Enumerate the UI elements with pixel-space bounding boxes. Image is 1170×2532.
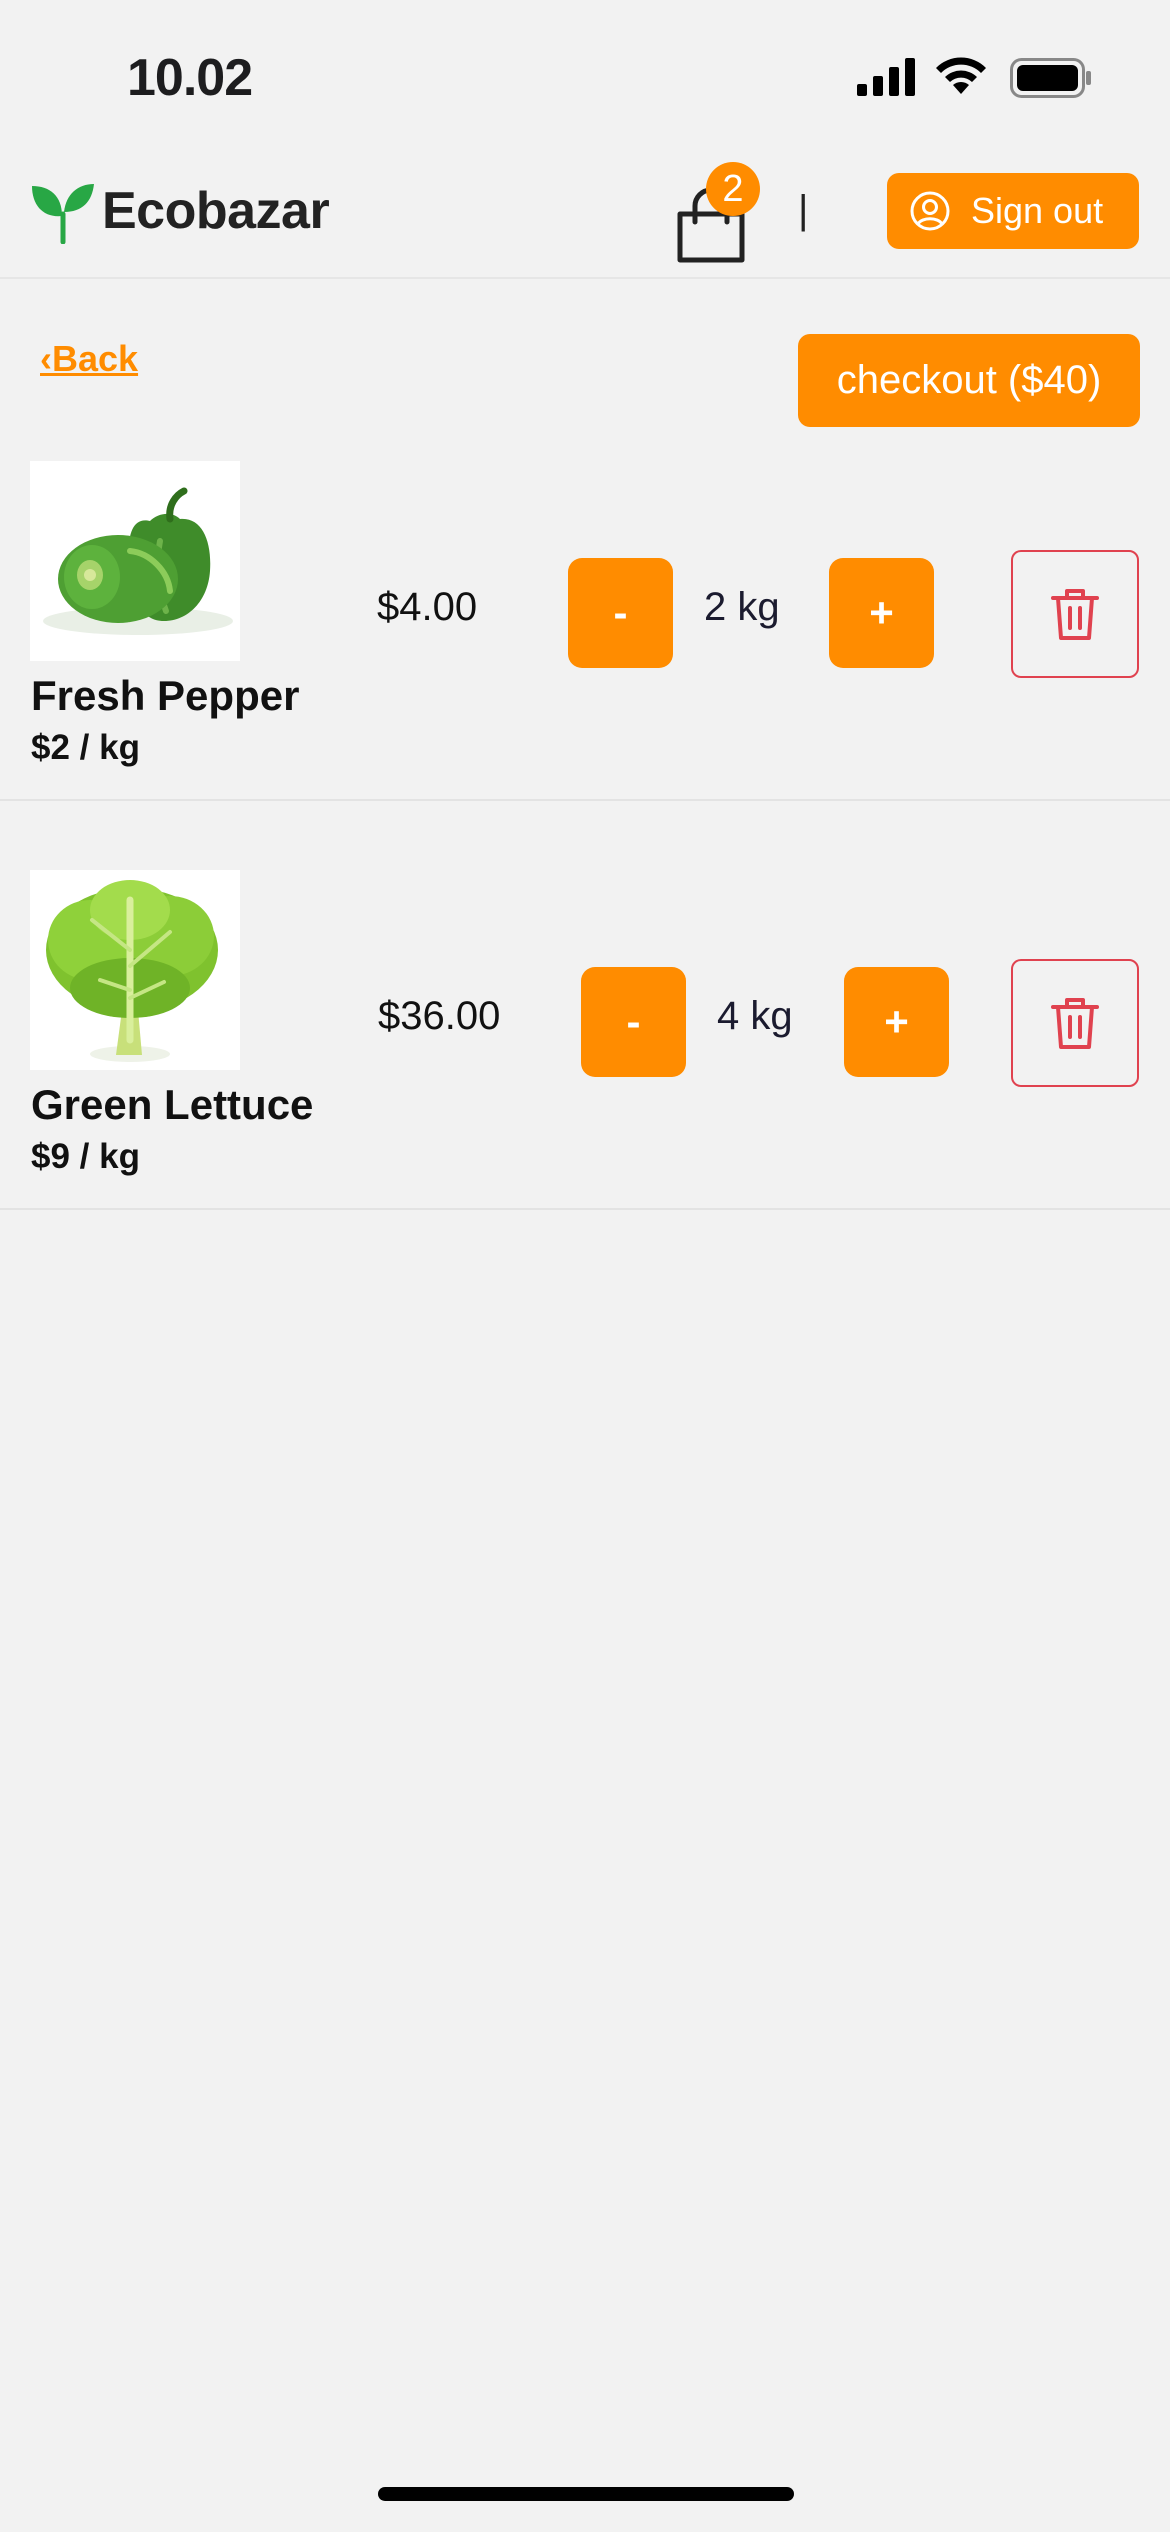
sign-out-button[interactable]: Sign out [887,173,1139,249]
product-image-pepper [30,461,240,661]
remove-item-button[interactable] [1011,959,1139,1087]
status-bar: 10.02 [0,0,1170,150]
user-circle-icon [910,191,950,231]
home-indicator[interactable] [378,2487,794,2501]
quantity-value: 4 kg [717,994,793,1038]
product-unit-price: $2 / kg [31,728,140,767]
trash-icon [1051,589,1099,640]
quantity-value: 2 kg [704,585,780,629]
back-link[interactable]: ‹Back [40,338,138,380]
leaf-icon [32,184,94,244]
cart-item-row: Fresh Pepper $2 / kg $4.00 - 2 kg + [0,392,1170,801]
header-separator: | [798,188,809,232]
increase-quantity-button[interactable]: + [829,558,934,668]
cellular-signal-icon [857,58,915,96]
product-name: Fresh Pepper [31,672,300,719]
brand-logo[interactable]: Ecobazar [30,178,330,244]
wifi-icon [936,57,986,94]
product-name: Green Lettuce [31,1081,314,1128]
trash-icon [1051,998,1099,1049]
line-total: $36.00 [378,994,501,1038]
battery-icon [1010,58,1091,98]
decrease-quantity-button[interactable]: - [581,967,686,1077]
line-total: $4.00 [377,585,478,629]
increase-quantity-button[interactable]: + [844,967,949,1077]
decrease-quantity-button[interactable]: - [568,558,673,668]
sign-out-label: Sign out [971,190,1104,231]
brand-name: Ecobazar [102,182,330,240]
cart-item-row: Green Lettuce $9 / kg $36.00 - 4 kg + [0,801,1170,1210]
product-unit-price: $9 / kg [31,1137,140,1176]
status-time: 10.02 [127,49,253,107]
app-header: Ecobazar 2 | Sign out [0,150,1170,279]
remove-item-button[interactable] [1011,550,1139,678]
product-image-lettuce [30,870,240,1070]
cart-count-badge: 2 [706,162,760,216]
